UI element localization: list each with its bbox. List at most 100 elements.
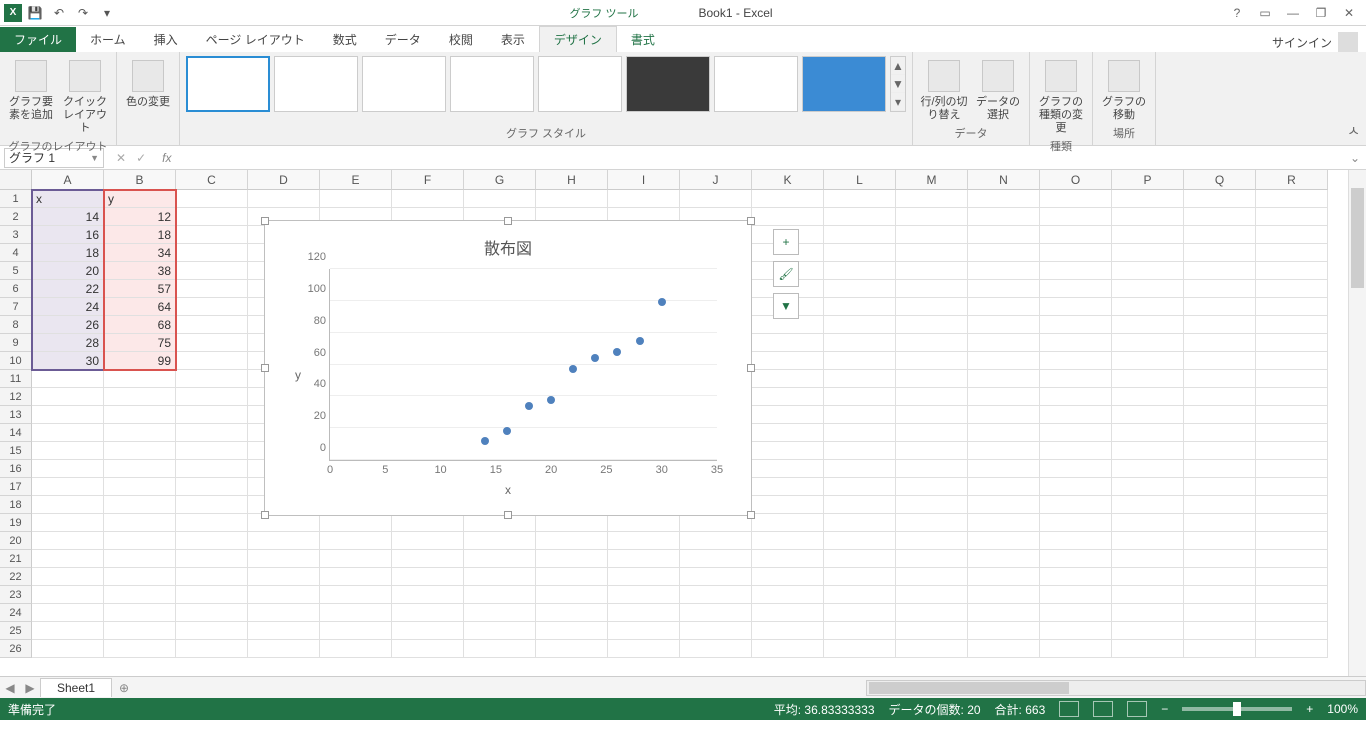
cell[interactable]	[896, 604, 968, 622]
row-header[interactable]: 11	[0, 370, 32, 388]
cell[interactable]	[176, 478, 248, 496]
cell[interactable]	[32, 622, 104, 640]
cell[interactable]	[824, 208, 896, 226]
cell[interactable]	[968, 190, 1040, 208]
cell[interactable]	[320, 604, 392, 622]
cell[interactable]	[1112, 550, 1184, 568]
cell[interactable]	[896, 478, 968, 496]
cell[interactable]	[248, 640, 320, 658]
cell[interactable]	[824, 514, 896, 532]
cell[interactable]: y	[104, 190, 176, 208]
cell[interactable]	[824, 406, 896, 424]
cell[interactable]	[1040, 244, 1112, 262]
chart-style-5[interactable]	[538, 56, 622, 112]
cell[interactable]	[1112, 298, 1184, 316]
cell[interactable]	[968, 604, 1040, 622]
cell[interactable]	[1112, 514, 1184, 532]
cell[interactable]	[752, 352, 824, 370]
select-all-corner[interactable]	[0, 170, 32, 190]
cell[interactable]	[1184, 622, 1256, 640]
cell[interactable]	[392, 622, 464, 640]
cell[interactable]	[608, 190, 680, 208]
resize-handle[interactable]	[747, 364, 755, 372]
switch-row-column-button[interactable]: 行/列の切り替え	[919, 56, 969, 122]
cell[interactable]	[968, 442, 1040, 460]
data-point[interactable]	[525, 402, 533, 410]
cell[interactable]	[1040, 496, 1112, 514]
row-header[interactable]: 21	[0, 550, 32, 568]
cell[interactable]	[1112, 352, 1184, 370]
cell[interactable]	[824, 568, 896, 586]
cell[interactable]: 18	[104, 226, 176, 244]
cell[interactable]	[1040, 604, 1112, 622]
cell[interactable]	[536, 190, 608, 208]
cell[interactable]	[1112, 262, 1184, 280]
cell[interactable]	[1256, 604, 1328, 622]
cell[interactable]	[824, 550, 896, 568]
horizontal-scrollbar[interactable]	[866, 680, 1366, 696]
chart-style-4[interactable]	[450, 56, 534, 112]
cell[interactable]	[104, 568, 176, 586]
cell[interactable]	[680, 514, 752, 532]
column-header[interactable]: E	[320, 170, 392, 190]
row-header[interactable]: 18	[0, 496, 32, 514]
cell[interactable]	[968, 640, 1040, 658]
cell[interactable]	[1256, 406, 1328, 424]
cell[interactable]	[896, 352, 968, 370]
column-header[interactable]: M	[896, 170, 968, 190]
cell[interactable]	[176, 532, 248, 550]
cell[interactable]	[392, 568, 464, 586]
cell[interactable]	[1040, 262, 1112, 280]
cell[interactable]	[32, 442, 104, 460]
cell[interactable]	[1112, 190, 1184, 208]
row-header[interactable]: 6	[0, 280, 32, 298]
cell[interactable]	[1184, 280, 1256, 298]
cell[interactable]	[176, 568, 248, 586]
resize-handle[interactable]	[261, 511, 269, 519]
cell[interactable]	[1256, 334, 1328, 352]
cell[interactable]	[1256, 514, 1328, 532]
page-layout-view-button[interactable]	[1093, 701, 1113, 717]
cell[interactable]	[824, 370, 896, 388]
cell[interactable]: 99	[104, 352, 176, 370]
cell[interactable]: 28	[32, 334, 104, 352]
cell[interactable]	[968, 316, 1040, 334]
cell[interactable]: x	[32, 190, 104, 208]
data-point[interactable]	[658, 298, 666, 306]
redo-button[interactable]: ↷	[72, 2, 94, 24]
cell[interactable]	[464, 586, 536, 604]
cell[interactable]	[1040, 586, 1112, 604]
cell[interactable]	[1112, 388, 1184, 406]
cell[interactable]	[752, 442, 824, 460]
plot-area[interactable]: 02040608010012005101520253035	[329, 269, 717, 461]
cell[interactable]	[1040, 514, 1112, 532]
cell[interactable]	[464, 514, 536, 532]
cell[interactable]	[104, 496, 176, 514]
cell[interactable]	[968, 406, 1040, 424]
cell[interactable]	[896, 586, 968, 604]
cell[interactable]	[1184, 262, 1256, 280]
cell[interactable]	[896, 226, 968, 244]
cell[interactable]	[176, 442, 248, 460]
cell[interactable]	[1112, 532, 1184, 550]
cell[interactable]	[1040, 226, 1112, 244]
cell[interactable]	[608, 586, 680, 604]
row-header[interactable]: 25	[0, 622, 32, 640]
row-header[interactable]: 15	[0, 442, 32, 460]
cell[interactable]	[1184, 586, 1256, 604]
chart-style-8[interactable]	[802, 56, 886, 112]
cell[interactable]	[968, 244, 1040, 262]
cell[interactable]	[968, 514, 1040, 532]
cell[interactable]	[464, 550, 536, 568]
chart-style-2[interactable]	[274, 56, 358, 112]
cell[interactable]	[896, 640, 968, 658]
cell[interactable]	[464, 568, 536, 586]
cell[interactable]	[1184, 496, 1256, 514]
cell[interactable]	[1256, 370, 1328, 388]
cell[interactable]	[248, 190, 320, 208]
cell[interactable]	[1256, 388, 1328, 406]
cell[interactable]	[968, 226, 1040, 244]
cell[interactable]	[1184, 208, 1256, 226]
cell[interactable]	[320, 622, 392, 640]
cell[interactable]	[104, 550, 176, 568]
